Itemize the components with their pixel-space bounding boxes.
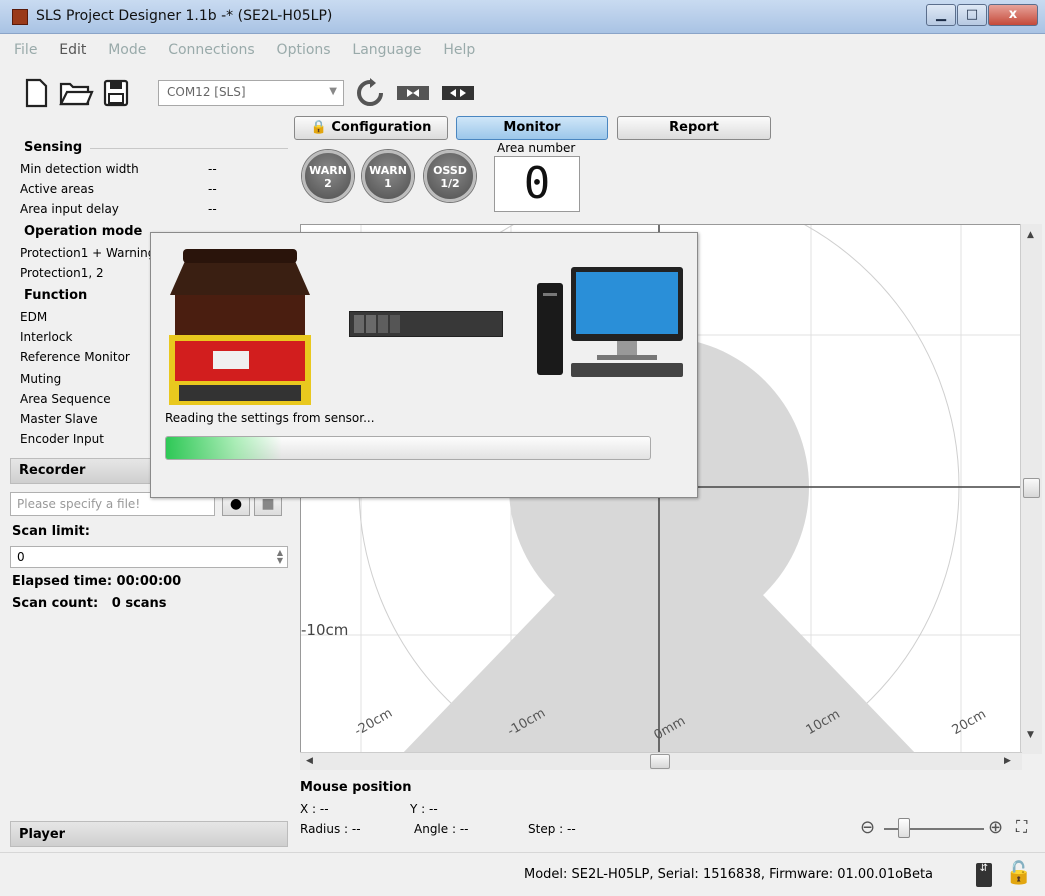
lamp-label: WARN	[369, 164, 407, 177]
mouse-radius: Radius : --	[300, 822, 361, 836]
area-input-delay-value: --	[208, 202, 217, 216]
y-axis-label: -10cm	[301, 621, 349, 639]
function-item: Encoder Input	[20, 432, 104, 446]
toolbar: COM12 [SLS] ▼	[10, 72, 1035, 116]
scroll-left-icon[interactable]: ◀	[306, 756, 313, 766]
scan-limit-label: Scan limit:	[12, 524, 90, 539]
menu-bar: File Edit Mode Connections Options Langu…	[10, 42, 489, 68]
player-heading[interactable]: Player	[10, 821, 288, 847]
min-detection-width-value: --	[208, 162, 217, 176]
transfer-indicator	[349, 311, 503, 337]
zoom-out-icon[interactable]: ⊖	[860, 817, 875, 838]
area-number-label: Area number	[497, 141, 576, 155]
scan-limit-value: 0	[17, 550, 25, 564]
com-port-value: COM12 [SLS]	[167, 85, 246, 99]
function-heading: Function	[24, 288, 88, 303]
lamp-number: 2	[324, 177, 332, 190]
chevron-down-icon: ▼	[329, 86, 337, 97]
spinner-arrows-icon[interactable]: ▲ ▼	[277, 549, 283, 565]
lamp-number: 1/2	[440, 177, 460, 190]
ossd-indicator: OSSD 1/2	[424, 150, 476, 202]
configuration-button[interactable]: 🔒 Configuration	[294, 116, 448, 140]
app-icon	[12, 9, 28, 25]
progress-fill	[166, 437, 283, 459]
scroll-down-icon[interactable]: ▼	[1027, 730, 1034, 740]
function-item: Muting	[20, 372, 62, 386]
zoom-in-icon[interactable]: ⊕	[988, 817, 1003, 838]
monitor-button[interactable]: Monitor	[456, 116, 608, 140]
elapsed-time: Elapsed time: 00:00:00	[12, 574, 182, 589]
warn1-indicator: WARN 1	[362, 150, 414, 202]
opmode-item: Protection1 + Warning	[20, 246, 156, 260]
function-item: Reference Monitor	[20, 350, 130, 364]
configuration-label: Configuration	[331, 120, 432, 135]
reading-settings-dialog: Reading the settings from sensor...	[150, 232, 698, 498]
area-number-display: 0	[494, 156, 580, 212]
function-item: Area Sequence	[20, 392, 111, 406]
mouse-y: Y : --	[410, 802, 438, 816]
device-info: Model: SE2L-H05LP, Serial: 1516838, Firm…	[524, 867, 934, 882]
menu-file[interactable]: File	[10, 42, 41, 58]
horizontal-scrollbar[interactable]: ◀ ▶	[300, 752, 1022, 770]
scan-limit-input[interactable]: 0 ▲ ▼	[10, 546, 288, 568]
refresh-icon[interactable]	[355, 78, 385, 108]
function-item: Interlock	[20, 330, 73, 344]
horizontal-scroll-thumb[interactable]	[650, 754, 670, 769]
mouse-step: Step : --	[528, 822, 576, 836]
vertical-scroll-thumb[interactable]	[1023, 478, 1040, 498]
scroll-right-icon[interactable]: ▶	[1004, 756, 1011, 766]
computer-icon	[537, 267, 683, 377]
scan-count: Scan count: 0 scans	[12, 596, 167, 611]
active-areas-label: Active areas	[20, 182, 94, 196]
close-button[interactable]: x	[988, 4, 1038, 26]
area-input-delay-label: Area input delay	[20, 202, 119, 216]
active-areas-value: --	[208, 182, 217, 196]
mouse-position-heading: Mouse position	[300, 780, 412, 795]
mouse-position-panel: Mouse position X : -- Y : -- Radius : --…	[300, 780, 648, 844]
operation-mode-heading: Operation mode	[24, 224, 143, 239]
fit-view-icon[interactable]: ⛶	[1016, 817, 1027, 837]
lamp-label: OSSD	[433, 164, 467, 177]
opmode-item: Protection1, 2	[20, 266, 104, 280]
open-folder-icon[interactable]	[58, 78, 94, 108]
disconnect-icon[interactable]	[440, 78, 476, 108]
maximize-button[interactable]: □	[957, 4, 987, 26]
save-icon[interactable]	[102, 78, 130, 108]
lock-icon: 🔒	[310, 120, 327, 135]
progress-bar	[165, 436, 651, 460]
menu-connections[interactable]: Connections	[164, 42, 259, 58]
com-port-select[interactable]: COM12 [SLS] ▼	[158, 80, 344, 106]
connect-icon[interactable]	[395, 78, 431, 108]
menu-mode[interactable]: Mode	[104, 42, 150, 58]
menu-edit[interactable]: Edit	[55, 42, 90, 58]
window-title: SLS Project Designer 1.1b -* (SE2L-H05LP…	[36, 8, 333, 24]
unlock-icon[interactable]: 🔓	[1005, 861, 1032, 886]
minimize-button[interactable]: ▁	[926, 4, 956, 26]
menu-language[interactable]: Language	[348, 42, 425, 58]
progress-message: Reading the settings from sensor...	[165, 411, 375, 425]
status-bar: Model: SE2L-H05LP, Serial: 1516838, Firm…	[0, 852, 1045, 896]
sensing-heading: Sensing	[24, 140, 83, 155]
function-item: Master Slave	[20, 412, 98, 426]
menu-options[interactable]: Options	[273, 42, 335, 58]
min-detection-width-label: Min detection width	[20, 162, 139, 176]
mouse-x: X : --	[300, 802, 329, 816]
vertical-scrollbar[interactable]: ▲ ▼	[1020, 224, 1042, 754]
report-button[interactable]: Report	[617, 116, 771, 140]
title-bar[interactable]: SLS Project Designer 1.1b -* (SE2L-H05LP…	[0, 0, 1045, 34]
usb-icon: ⇵	[976, 863, 992, 887]
function-item: EDM	[20, 310, 48, 324]
menu-help[interactable]: Help	[439, 42, 479, 58]
new-file-icon[interactable]	[22, 78, 50, 108]
lamp-number: 1	[384, 177, 392, 190]
sensor-device-icon	[169, 249, 311, 405]
mouse-angle: Angle : --	[414, 822, 469, 836]
scroll-up-icon[interactable]: ▲	[1027, 230, 1034, 240]
warn2-indicator: WARN 2	[302, 150, 354, 202]
zoom-slider-thumb[interactable]	[898, 818, 910, 838]
lamp-label: WARN	[309, 164, 347, 177]
